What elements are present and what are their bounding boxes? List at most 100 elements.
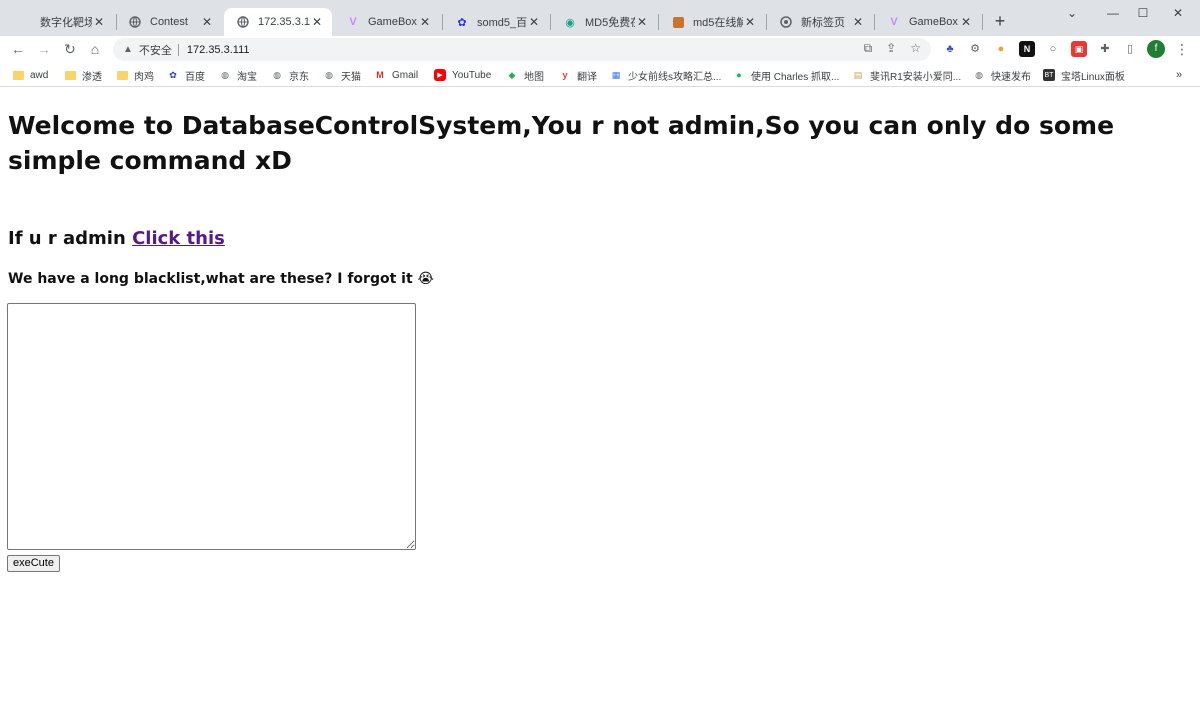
menu-kebab-icon[interactable]: ⋮ bbox=[1175, 40, 1189, 58]
extension-puzzle-badge-icon[interactable]: ♣ bbox=[942, 41, 958, 57]
tab-label: 数字化靶场 bbox=[40, 17, 92, 29]
tab-search-button[interactable]: ⌄ bbox=[1057, 4, 1087, 22]
folder-icon bbox=[64, 69, 76, 81]
avatar[interactable]: f bbox=[1147, 40, 1165, 58]
bookmark-roiji[interactable]: 肉鸡 bbox=[116, 67, 154, 83]
admin-prompt-text: If u r admin bbox=[8, 228, 133, 249]
blank-icon bbox=[18, 15, 32, 29]
gamebox-v-icon: V bbox=[349, 16, 357, 28]
md5-square-icon bbox=[671, 15, 685, 29]
close-window-button[interactable]: ✕ bbox=[1163, 4, 1193, 22]
tab-label: 新标签页 bbox=[801, 17, 845, 29]
globe-icon: ◍ bbox=[975, 69, 983, 80]
url-text[interactable]: 172.35.3.111 bbox=[187, 44, 250, 56]
baidu-paw-icon: ✿ bbox=[457, 16, 467, 29]
globe-icon bbox=[128, 15, 142, 29]
bt-icon: BT bbox=[1043, 69, 1055, 81]
close-icon[interactable]: ✕ bbox=[92, 15, 106, 29]
tab-label: Contest bbox=[150, 16, 188, 28]
translate-icon[interactable]: ⧉ bbox=[864, 41, 873, 56]
page-content: Welcome to DatabaseControlSystem,You r n… bbox=[0, 88, 1200, 712]
gear-extension-icon[interactable]: ⚙ bbox=[967, 41, 983, 57]
tab-gamebox[interactable]: V GameBox ✕ bbox=[334, 8, 440, 36]
back-arrow-icon[interactable]: ← bbox=[9, 40, 27, 58]
close-icon[interactable]: ✕ bbox=[851, 15, 865, 29]
folder-icon bbox=[12, 69, 24, 81]
close-icon[interactable]: ✕ bbox=[418, 15, 432, 29]
tab-contest[interactable]: Contest ✕ bbox=[116, 8, 222, 36]
tab-strip: 数字化靶场 ✕ Contest ✕ 172.35.3.111 ✕ V GameB… bbox=[0, 0, 1200, 36]
bookmark-baota[interactable]: BT 宝塔Linux面板 bbox=[1043, 67, 1125, 83]
new-tab-button[interactable]: + bbox=[990, 11, 1010, 31]
bookmark-quick-publish[interactable]: ◍ 快速发布 bbox=[973, 67, 1031, 83]
bookmark-maps[interactable]: ◆ 地图 bbox=[506, 67, 544, 83]
tab-somd5[interactable]: ✿ somd5_百度 ✕ bbox=[443, 8, 549, 36]
side-panel-icon[interactable]: ▯ bbox=[1122, 41, 1138, 57]
address-bar[interactable]: ▲ 不安全 172.35.3.111 ⧉ ⇪ ☆ bbox=[113, 38, 931, 61]
tab-shuzihua[interactable]: 数字化靶场 ✕ bbox=[6, 8, 114, 36]
bookmark-jd[interactable]: ◍ 京东 bbox=[271, 67, 309, 83]
bookmarks-more-icon[interactable]: » bbox=[1176, 67, 1182, 83]
baidu-paw-icon: ✿ bbox=[169, 69, 177, 80]
tab-new-tab-page[interactable]: 新标签页 ✕ bbox=[767, 8, 873, 36]
bookmark-tmall[interactable]: ◍ 天猫 bbox=[323, 67, 361, 83]
bookmark-translate[interactable]: y 翻译 bbox=[559, 67, 597, 83]
bookmark-awd[interactable]: awd bbox=[12, 67, 48, 83]
globe-icon: ◍ bbox=[221, 69, 229, 80]
chrome-icon bbox=[779, 15, 793, 29]
tab-gamebox-2[interactable]: V GameBox ✕ bbox=[875, 8, 981, 36]
tab-label: md5在线解 bbox=[693, 17, 743, 29]
bookmark-girls-frontline[interactable]: ▦ 少女前线s攻略汇总... bbox=[610, 67, 722, 83]
admin-link[interactable]: Click this bbox=[132, 228, 225, 249]
tab-label: GameBox bbox=[368, 16, 417, 28]
execute-button[interactable]: exeCute bbox=[7, 555, 60, 572]
bookmark-taobao[interactable]: ◍ 淘宝 bbox=[219, 67, 257, 83]
command-textarea[interactable] bbox=[7, 303, 416, 550]
close-icon[interactable]: ✕ bbox=[200, 15, 214, 29]
red-extension-icon[interactable]: ▣ bbox=[1071, 41, 1087, 57]
bookmark-youtube[interactable]: ▶ YouTube bbox=[434, 67, 491, 83]
browser-toolbar: ← → ↻ ⌂ ▲ 不安全 172.35.3.111 ⧉ ⇪ ☆ ♣ ⚙ ● N… bbox=[0, 36, 1200, 63]
warning-triangle-icon[interactable]: ▲ bbox=[123, 44, 133, 55]
globe-icon: ◍ bbox=[325, 69, 333, 80]
close-icon[interactable]: ✕ bbox=[959, 15, 973, 29]
security-label[interactable]: 不安全 bbox=[139, 42, 172, 58]
md5-globe-icon: ◉ bbox=[565, 16, 575, 29]
tab-active-172[interactable]: 172.35.3.111 ✕ bbox=[224, 8, 332, 36]
tab-label: MD5免费在 bbox=[585, 17, 635, 29]
tab-md5-online[interactable]: md5在线解 ✕ bbox=[659, 8, 765, 36]
notion-extension-icon[interactable]: N bbox=[1019, 41, 1035, 57]
bookmark-baidu[interactable]: ✿ 百度 bbox=[167, 67, 205, 83]
extensions-puzzle-icon[interactable]: ✚ bbox=[1097, 41, 1113, 57]
close-icon[interactable]: ✕ bbox=[743, 15, 757, 29]
wechat-icon: ● bbox=[736, 70, 742, 80]
translate-icon: y bbox=[562, 70, 568, 80]
crying-face-icon: 😭 bbox=[417, 271, 434, 287]
bookmark-gmail[interactable]: M Gmail bbox=[374, 67, 418, 83]
star-bookmark-icon[interactable]: ☆ bbox=[910, 41, 921, 56]
gamebox-v-icon: V bbox=[890, 16, 898, 28]
minimize-button[interactable]: — bbox=[1098, 4, 1128, 22]
cookie-extension-icon[interactable]: ● bbox=[993, 41, 1009, 57]
maps-icon: ◆ bbox=[508, 69, 516, 80]
share-icon[interactable]: ⇪ bbox=[886, 41, 896, 56]
admin-prompt: If u r admin Click this bbox=[8, 226, 225, 252]
youtube-icon: ▶ bbox=[434, 69, 446, 81]
bookmark-phicomm[interactable]: ▤ 斐讯R1安装小爱同... bbox=[852, 67, 961, 83]
tab-md5-free[interactable]: ◉ MD5免费在 ✕ bbox=[551, 8, 657, 36]
forward-arrow-icon[interactable]: → bbox=[35, 40, 53, 58]
bookmark-charles[interactable]: ● 使用 Charles 抓取... bbox=[733, 67, 839, 83]
tab-label: 172.35.3.111 bbox=[258, 16, 310, 28]
image-icon: ▦ bbox=[611, 69, 621, 80]
reload-icon[interactable]: ↻ bbox=[61, 40, 79, 58]
tab-label: GameBox bbox=[909, 16, 958, 28]
box-icon: ▤ bbox=[853, 69, 863, 80]
close-icon[interactable]: ✕ bbox=[635, 15, 649, 29]
bookmark-shentou[interactable]: 渗透 bbox=[64, 67, 102, 83]
maximize-button[interactable]: ☐ bbox=[1128, 4, 1158, 22]
close-icon[interactable]: ✕ bbox=[310, 15, 324, 29]
bookmarks-bar: awd 渗透 肉鸡 ✿ 百度 ◍ 淘宝 ◍ 京东 ◍ 天猫 M Gmail ▶ YouTub… bbox=[0, 63, 1200, 87]
close-icon[interactable]: ✕ bbox=[527, 15, 541, 29]
home-icon[interactable]: ⌂ bbox=[86, 40, 104, 58]
circle-extension-icon[interactable]: ○ bbox=[1045, 41, 1061, 57]
